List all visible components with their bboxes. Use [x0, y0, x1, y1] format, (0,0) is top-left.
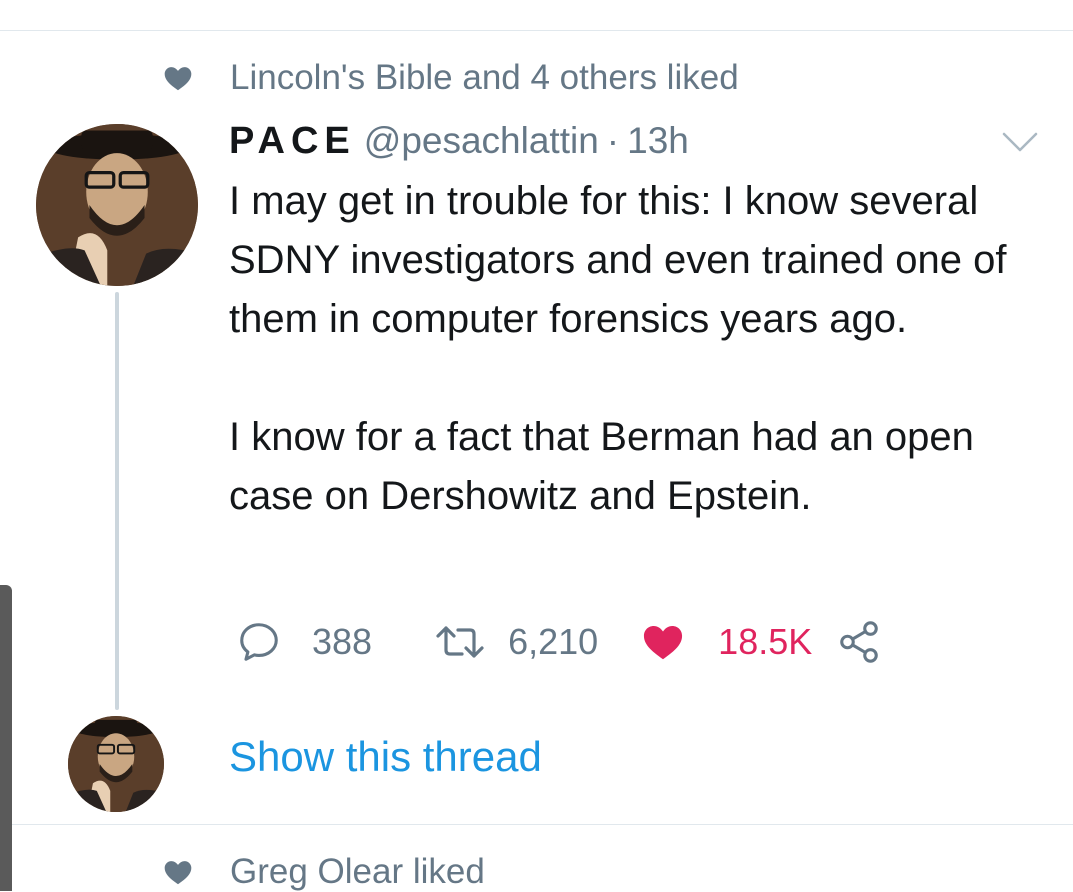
reply-button[interactable]: 388 — [236, 617, 372, 667]
tweet-text: I may get in trouble for this: I know se… — [229, 172, 1029, 526]
retweet-button[interactable]: 6,210 — [434, 617, 598, 667]
avatar-image — [36, 124, 198, 286]
window-edge — [0, 585, 12, 891]
thread-line — [115, 292, 119, 710]
social-context-top[interactable]: Lincoln's Bible and 4 others liked — [162, 58, 739, 98]
like-button[interactable]: 18.5K — [640, 617, 812, 667]
top-divider — [0, 30, 1073, 31]
social-context-text: Greg Olear liked — [230, 852, 485, 891]
timestamp[interactable]: 13h — [627, 120, 689, 162]
social-context-bottom[interactable]: Greg Olear liked — [162, 852, 485, 892]
heart-icon — [164, 67, 192, 91]
user-handle[interactable]: @pesachlattin — [364, 120, 599, 162]
display-name[interactable]: PACE — [229, 120, 356, 163]
avatar-image — [68, 716, 164, 812]
like-count: 18.5K — [718, 621, 813, 662]
share-button[interactable] — [836, 617, 882, 667]
bottom-divider — [0, 824, 1073, 825]
tweet-paragraph: I know for a fact that Berman had an ope… — [229, 415, 974, 518]
avatar-small[interactable] — [68, 716, 164, 812]
tweet-actions: 388 6,210 18.5K — [236, 617, 882, 667]
heart-icon — [164, 861, 192, 885]
separator-dot: · — [606, 120, 620, 161]
social-context-text: Lincoln's Bible and 4 others liked — [230, 58, 739, 97]
avatar[interactable] — [36, 124, 198, 286]
reply-icon — [240, 623, 278, 661]
tweet-paragraph: I may get in trouble for this: I know se… — [229, 179, 1007, 341]
retweet-icon — [436, 626, 484, 658]
share-icon — [840, 621, 879, 663]
retweet-count: 6,210 — [508, 621, 599, 662]
chevron-down-icon[interactable] — [1000, 128, 1040, 158]
tweet-header: PACE @pesachlattin · 13h — [229, 120, 689, 163]
show-thread-link[interactable]: Show this thread — [229, 733, 542, 781]
reply-count: 388 — [312, 621, 373, 662]
heart-icon — [644, 626, 683, 660]
